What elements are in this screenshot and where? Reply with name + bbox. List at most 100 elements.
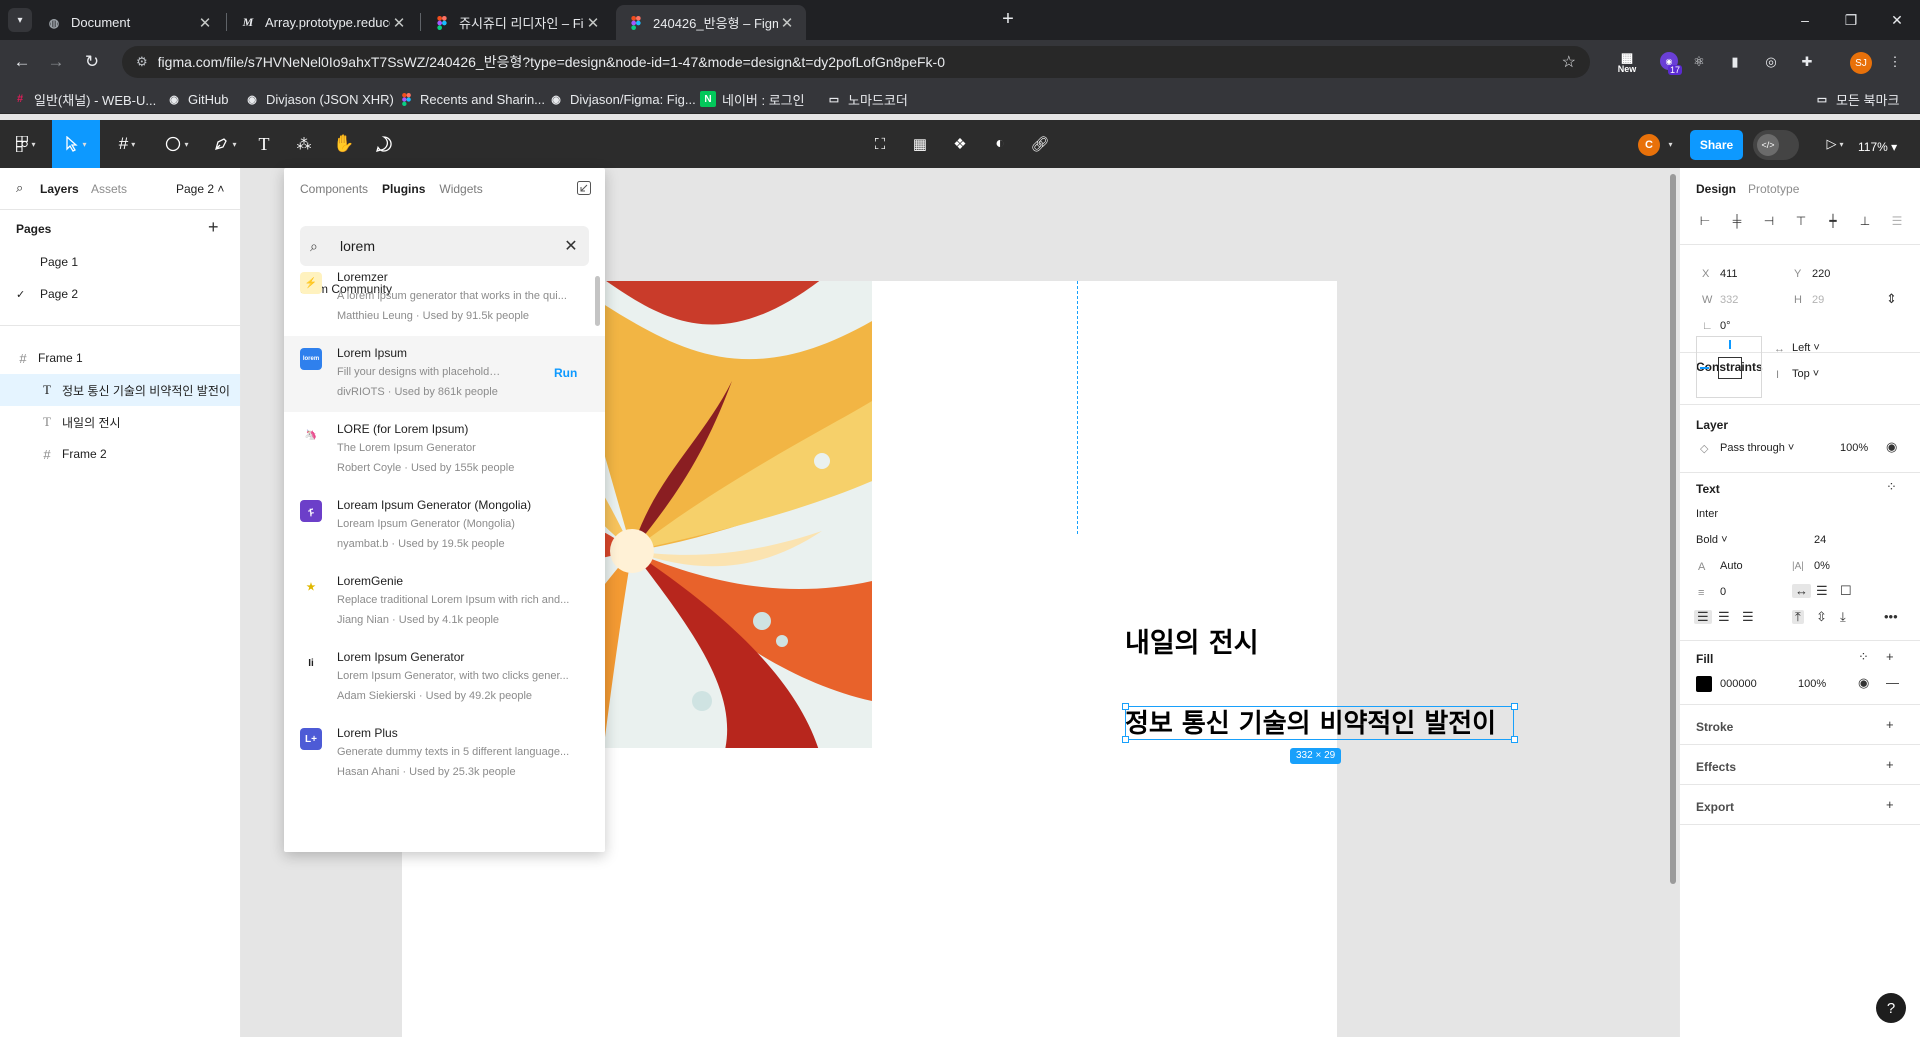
plugin-item[interactable]: Ii Lorem Ipsum Generator Lorem Ipsum Gener… (284, 640, 605, 716)
page-item-current[interactable]: ✓ Page 2 (0, 278, 240, 310)
crop-button[interactable]: ⛶ (866, 120, 894, 168)
horizontal-constraint-select[interactable]: Left ˅ (1792, 342, 1820, 354)
font-family-select[interactable]: Inter (1696, 508, 1718, 520)
text-styles-icon[interactable]: ⁘ (1886, 480, 1897, 494)
page-selector[interactable]: Page 2 ˄ (176, 182, 224, 196)
align-left-icon[interactable]: ⊢ (1696, 212, 1714, 230)
plugin-item[interactable]: ᠮ Loream Ipsum Generator (Mongolia) Loream… (284, 488, 605, 564)
browser-menu-icon[interactable]: ⋮ (1884, 51, 1906, 73)
text-tool-button[interactable]: T (250, 120, 278, 168)
restore-button[interactable]: ❐ (1828, 0, 1874, 40)
extension-icon[interactable]: ▮ (1724, 51, 1746, 73)
reload-button[interactable]: ↻ (80, 50, 104, 74)
clear-search-icon[interactable]: ✕ (563, 236, 579, 256)
add-fill-icon[interactable]: + (1886, 650, 1894, 664)
tab-components[interactable]: Components (300, 182, 368, 196)
bookmark-item[interactable]: ◉ Divjason (JSON XHR) (244, 89, 394, 109)
tab-design[interactable]: Design (1696, 182, 1736, 196)
eye-icon[interactable]: ◉ (1858, 676, 1869, 690)
add-stroke-icon[interactable]: + (1886, 718, 1894, 732)
resources-tool-button[interactable]: ⁂ (290, 120, 318, 168)
present-button[interactable]: ▷ ▾ (1818, 120, 1852, 168)
layer-row-text-selected[interactable]: T 정보 통신 기술의 비약적인 발전이 (0, 374, 240, 406)
fill-opacity-field[interactable]: 100% (1798, 678, 1826, 690)
add-export-icon[interactable]: + (1886, 798, 1894, 812)
fill-color-swatch[interactable] (1696, 676, 1712, 692)
back-button[interactable]: ← (10, 50, 34, 74)
fixed-size-icon[interactable]: ☐ (1840, 584, 1852, 598)
browser-tab[interactable]: 쥬시쥬디 리디자인 – Figma ✕ (422, 5, 612, 40)
profile-avatar[interactable]: SJ (1850, 52, 1872, 74)
layer-row-frame[interactable]: # Frame 2 (0, 438, 240, 470)
x-position-field[interactable]: 411 (1720, 268, 1738, 280)
resize-handle[interactable] (1511, 736, 1518, 743)
plugin-item[interactable]: L+ Lorem Plus Generate dummy texts in 5 di… (284, 716, 605, 792)
tab-plugins[interactable]: Plugins (382, 182, 425, 196)
frame-tool-button[interactable]: # ▾ (108, 120, 146, 168)
extension-new-button[interactable]: ▦ New (1612, 51, 1642, 75)
minimize-button[interactable]: – (1782, 0, 1828, 40)
site-info-icon[interactable]: ⚙ (136, 54, 148, 70)
pen-tool-button[interactable]: ▾ (206, 120, 244, 168)
paragraph-spacing-field[interactable]: 0 (1720, 586, 1726, 598)
align-bottom-icon[interactable]: ⊥ (1856, 212, 1874, 230)
rotation-field[interactable]: 0° (1720, 320, 1731, 332)
bookmark-folder[interactable]: ▭ 노마드코더 (826, 89, 908, 109)
comment-tool-button[interactable] (370, 120, 398, 168)
resize-handle[interactable] (1122, 703, 1129, 710)
blend-mode-select[interactable]: Pass through ˅ (1720, 442, 1794, 454)
hand-tool-button[interactable]: ✋ (330, 120, 358, 168)
remove-fill-icon[interactable]: — (1886, 676, 1899, 690)
close-window-button[interactable]: ✕ (1874, 0, 1920, 40)
text-align-left-icon[interactable]: ☰ (1694, 610, 1712, 624)
font-size-field[interactable]: 24 (1814, 534, 1826, 546)
distribute-icon[interactable]: ☰ (1888, 212, 1906, 230)
user-avatar[interactable]: C (1638, 134, 1660, 156)
browser-tab[interactable]: M Array.prototype.reduce() - JavaScript … (228, 5, 418, 40)
canvas-text-heading[interactable]: 내일의 전시 (1125, 621, 1259, 660)
text-align-center-icon[interactable]: ☰ (1718, 610, 1730, 624)
tab-widgets[interactable]: Widgets (439, 182, 482, 196)
new-tab-button[interactable]: + (996, 8, 1020, 32)
browser-tab[interactable]: ◍ Document ✕ (34, 5, 224, 40)
vertical-constraint-select[interactable]: Top ˅ (1792, 368, 1819, 380)
align-right-icon[interactable]: ⊣ (1760, 212, 1778, 230)
layout-grid-button[interactable]: ▦ (906, 120, 934, 168)
align-bottom-text-icon[interactable]: ⤓ (1840, 610, 1846, 624)
plugin-item[interactable]: ⚡ Loremzer A lorem ipsum generator that wo… (284, 260, 605, 336)
bookmark-item[interactable]: ◉ Divjason/Figma: Fig... (548, 89, 696, 109)
close-tab-icon[interactable]: ✕ (390, 14, 408, 32)
more-options-icon[interactable]: ••• (1884, 610, 1898, 624)
canvas-scrollbar[interactable] (1670, 174, 1676, 884)
auto-height-icon[interactable]: ☰ (1816, 584, 1828, 598)
url-field[interactable]: ⚙ figma.com/file/s7HVNeNel0Io9ahxT7SsWZ/… (122, 46, 1590, 78)
align-top-icon[interactable]: ⊤ (1792, 212, 1810, 230)
height-field[interactable]: 29 (1812, 294, 1824, 306)
forward-button[interactable]: → (44, 50, 68, 74)
add-page-icon[interactable]: + (208, 218, 219, 236)
fill-hex-field[interactable]: 000000 (1720, 678, 1757, 690)
tab-layers[interactable]: Layers (40, 182, 79, 196)
close-tab-icon[interactable]: ✕ (584, 14, 602, 32)
extension-badge-button[interactable]: ◉ 17 (1660, 52, 1682, 75)
tab-prototype[interactable]: Prototype (1748, 182, 1799, 196)
tab-assets[interactable]: Assets (91, 182, 127, 196)
browser-tab-active[interactable]: 240426_반응형 – Figma ✕ (616, 5, 806, 40)
align-middle-text-icon[interactable]: ⇳ (1816, 610, 1827, 624)
close-tab-icon[interactable]: ✕ (196, 14, 214, 32)
plugin-item[interactable]: lorem Lorem Ipsum Fill your designs with p… (284, 336, 605, 412)
y-position-field[interactable]: 220 (1812, 268, 1830, 280)
main-menu-button[interactable]: ▾ (8, 120, 44, 168)
resize-handle[interactable] (1511, 703, 1518, 710)
plugin-search-input[interactable] (340, 238, 563, 254)
constraints-widget[interactable] (1696, 336, 1762, 398)
selection-box[interactable] (1125, 706, 1514, 740)
width-field[interactable]: 332 (1720, 294, 1738, 306)
multiplayer-menu-button[interactable]: ▾ (1662, 120, 1676, 168)
move-tool-button[interactable]: ▾ (52, 120, 100, 168)
extensions-puzzle-icon[interactable]: ✚ (1796, 51, 1818, 73)
page-item[interactable]: Page 1 (0, 246, 240, 278)
shape-tool-button[interactable]: ▾ (158, 120, 196, 168)
bookmark-item[interactable]: Recents and Sharin... (398, 89, 545, 109)
align-horizontal-center-icon[interactable]: ╪ (1728, 212, 1746, 230)
